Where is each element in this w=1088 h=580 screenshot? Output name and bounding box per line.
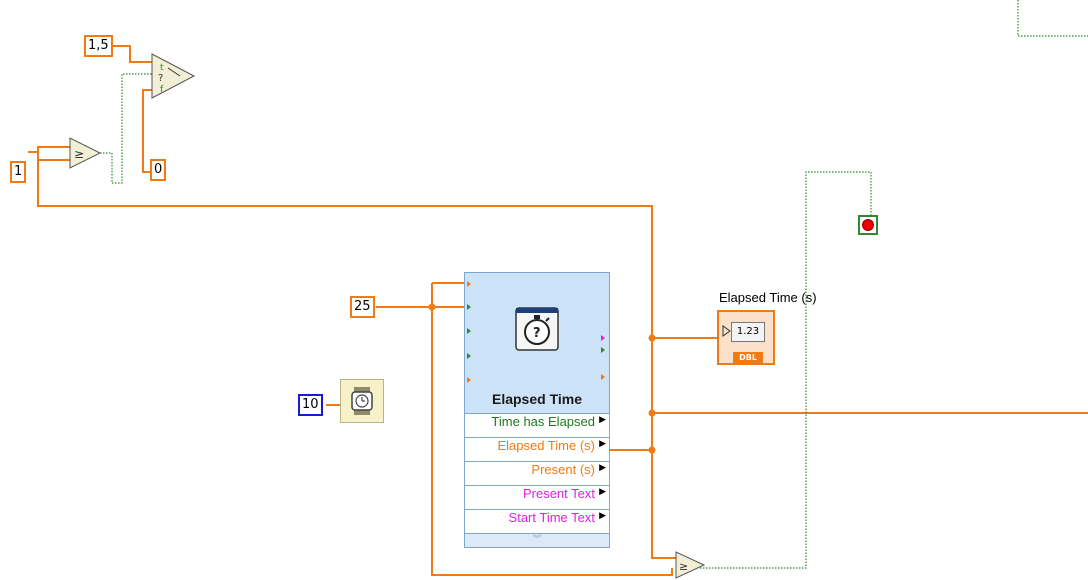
stop-terminal[interactable] [858,215,878,235]
wire-1-to-compare-b [37,152,70,161]
output-arrow-icon: ▶ [599,462,606,472]
expand-chevron-icon[interactable]: ︾ [465,533,609,546]
output-elapsed-time[interactable]: Elapsed Time (s) ▶ [465,437,609,461]
wire-1-to-compare [28,146,70,153]
output-label: Elapsed Time (s) [497,438,595,453]
elapsed-time-express-vi[interactable]: ? Elapsed Time Time has Elapsed ▶ Elapse… [464,272,610,548]
boolean-wire-top-right [1017,0,1088,37]
output-arrow-icon: ▶ [599,510,606,520]
svg-text:t: t [160,63,164,73]
numeric-constant-0[interactable]: 0 [150,159,167,181]
svg-text:≥: ≥ [74,147,84,161]
stopwatch-icon: ? [515,307,559,351]
indicator-type-tag: DBL [733,352,763,363]
select-function-icon: t f ? [151,53,196,99]
indicator-display: 1.23 [731,322,765,342]
express-vi-title: Elapsed Time [491,391,582,407]
numeric-constant-10[interactable]: 10 [298,394,323,416]
output-label: Time has Elapsed [491,414,595,429]
indicator-label: Elapsed Time (s) [719,290,817,305]
output-label: Start Time Text [508,510,595,525]
output-arrow-icon: ▶ [599,438,606,448]
numeric-constant-1[interactable]: 1 [10,161,27,183]
output-label: Present Text [522,486,595,501]
numeric-constant-1-5[interactable]: 1,5 [84,35,113,57]
wait-ms-icon [351,387,373,415]
output-arrow-icon: ▶ [599,486,606,496]
boolean-wire-to-stop [700,171,872,569]
output-label: Present (s) [531,462,595,477]
output-time-has-elapsed[interactable]: Time has Elapsed ▶ [465,413,609,437]
wire-elapsed-vertical [651,338,676,559]
wait-ms-function[interactable] [340,379,384,423]
stop-terminal-icon [863,220,873,230]
greater-or-equal-icon: ≥ [69,137,102,169]
numeric-constant-25[interactable]: 25 [350,296,375,318]
elapsed-time-indicator[interactable]: 1.23 DBL [717,310,775,365]
output-present-text[interactable]: Present Text ▶ [465,485,609,509]
svg-text:≥: ≥ [679,560,688,573]
output-arrow-icon: ▶ [599,414,606,424]
greater-or-equal-icon: ≥ [675,551,706,579]
output-start-time-text[interactable]: Start Time Text ▶ [465,509,609,533]
express-vi-outputs: Time has Elapsed ▶ Elapsed Time (s) ▶ Pr… [465,413,609,546]
svg-text:?: ? [158,73,163,84]
svg-text:?: ? [533,326,541,341]
wire-1-5-to-select [108,45,152,63]
output-present[interactable]: Present (s) ▶ [465,461,609,485]
